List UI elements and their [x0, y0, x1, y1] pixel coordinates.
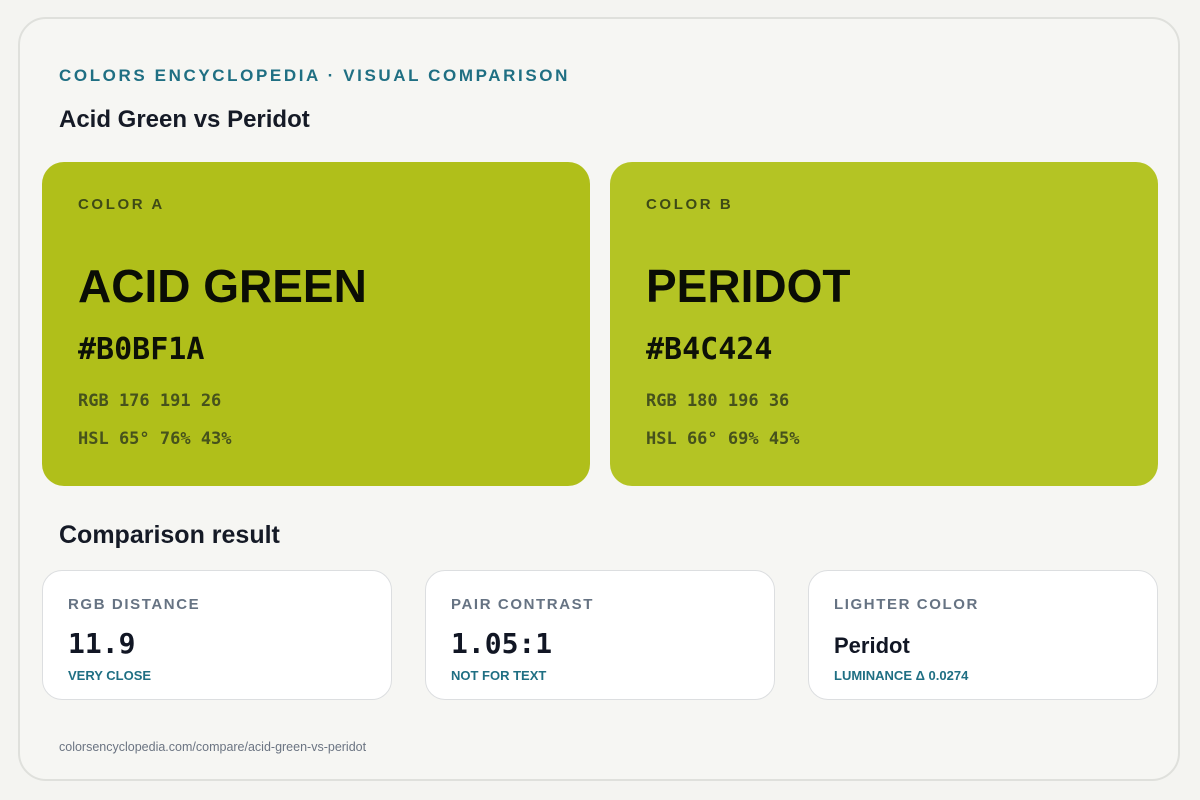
color-a-hsl: HSL 65° 76% 43% [78, 429, 232, 449]
comparison-title: Comparison result [59, 521, 280, 549]
rgb-distance-label: RGB DISTANCE [68, 596, 201, 613]
rgb-distance-note: VERY CLOSE [68, 668, 152, 683]
luminance-delta-note: LUMINANCE Δ 0.0274 [834, 668, 969, 683]
page-url: colorsencyclopedia.com/compare/acid-gree… [59, 740, 367, 754]
lighter-color-value: Peridot [834, 633, 910, 658]
pair-contrast-card: PAIR CONTRAST 1.05:1 NOT FOR TEXT [425, 570, 775, 700]
page-title: Acid Green vs Peridot [59, 106, 310, 133]
pair-contrast-label: PAIR CONTRAST [451, 596, 595, 613]
color-a-rgb: RGB 176 191 26 [78, 391, 222, 411]
color-b-name: PERIDOT [646, 260, 851, 312]
color-b-label: COLOR B [646, 196, 734, 213]
lighter-color-label: LIGHTER COLOR [834, 596, 979, 613]
color-b-hsl: HSL 66° 69% 45% [646, 429, 800, 449]
color-a-hex: #B0BF1A [78, 332, 205, 367]
color-a-swatch: COLOR A ACID GREEN #B0BF1A RGB 176 191 2… [42, 162, 590, 486]
rgb-distance-card: RGB DISTANCE 11.9 VERY CLOSE [42, 570, 392, 700]
color-b-swatch: COLOR B PERIDOT #B4C424 RGB 180 196 36 H… [610, 162, 1158, 486]
site-kicker: COLORS ENCYCLOPEDIA · VISUAL COMPARISON [59, 66, 571, 85]
color-a-label: COLOR A [78, 196, 165, 213]
rgb-distance-value: 11.9 [68, 627, 136, 660]
pair-contrast-value: 1.05:1 [451, 627, 553, 660]
color-b-rgb: RGB 180 196 36 [646, 391, 790, 411]
pair-contrast-note: NOT FOR TEXT [451, 668, 547, 683]
color-b-hex: #B4C424 [646, 332, 773, 367]
lighter-color-card: LIGHTER COLOR Peridot LUMINANCE Δ 0.0274 [808, 570, 1158, 700]
color-a-name: ACID GREEN [78, 260, 367, 312]
